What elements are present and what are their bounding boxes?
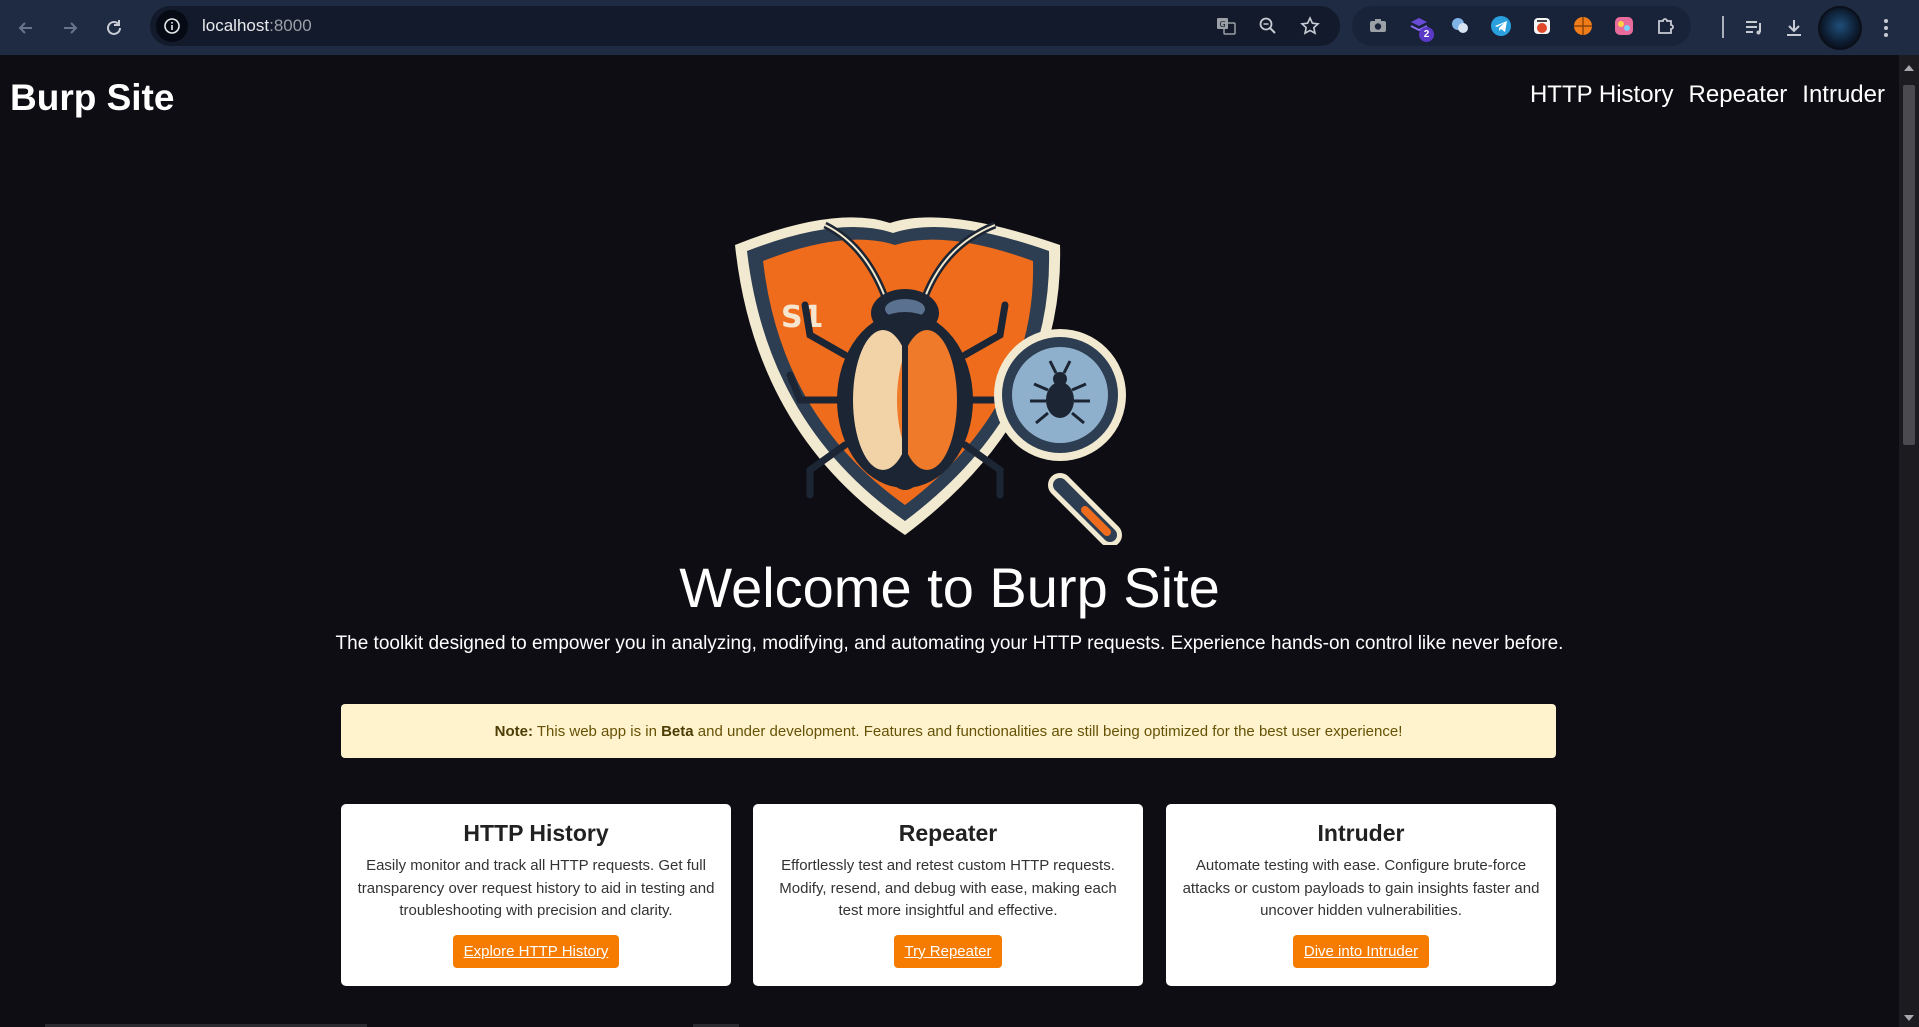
address-bar[interactable]: localhost:8000 G	[150, 6, 1340, 46]
svg-text:G: G	[1220, 20, 1226, 29]
kebab-menu-icon[interactable]	[1870, 12, 1902, 44]
nav-link-http-history[interactable]: HTTP History	[1530, 81, 1674, 109]
note-emphasis: Beta	[661, 722, 694, 740]
zoom-icon[interactable]	[1252, 10, 1284, 42]
scroll-down-arrow-icon[interactable]	[1904, 1015, 1914, 1021]
note-label: Note:	[494, 722, 533, 740]
card-intruder: Intruder Automate testing with ease. Con…	[1166, 804, 1556, 986]
card-title: Repeater	[898, 820, 998, 846]
hero-title: Welcome to Burp Site	[679, 556, 1220, 619]
card-http-history: HTTP History Easily monitor and track al…	[341, 804, 731, 986]
toolbar-divider	[1722, 16, 1724, 38]
site-header: Burp Site HTTP History Repeater Intruder	[0, 55, 1899, 135]
download-icon[interactable]	[1778, 12, 1810, 44]
colorful-ext-icon[interactable]	[1608, 10, 1640, 42]
try-repeater-button[interactable]: Try Repeater	[893, 934, 1003, 968]
extensions-tray: 2	[1352, 6, 1691, 46]
nav-link-intruder[interactable]: Intruder	[1802, 81, 1885, 109]
basketball-ext-icon[interactable]	[1567, 10, 1599, 42]
ext-badge: 2	[1419, 27, 1434, 42]
beta-notice: Note: This web app is in Beta and under …	[341, 704, 1556, 758]
top-nav: HTTP History Repeater Intruder	[1530, 81, 1885, 109]
puzzle-extensions-icon[interactable]	[1649, 10, 1681, 42]
note-text-after: and under development. Features and func…	[693, 722, 1403, 740]
card-body: Automate testing with ease. Configure br…	[1182, 857, 1540, 919]
chef-ext-icon[interactable]	[1526, 10, 1558, 42]
bug-shield-logo: S1	[735, 217, 1126, 545]
url-text[interactable]: localhost:8000	[202, 16, 312, 36]
bookmark-star-icon[interactable]	[1294, 10, 1326, 42]
translate-icon[interactable]: G	[1210, 10, 1242, 42]
dive-into-intruder-button[interactable]: Dive into Intruder	[1292, 934, 1430, 968]
site-info-icon[interactable]	[156, 10, 188, 42]
forward-arrow-icon	[64, 21, 78, 34]
url-port: :8000	[269, 16, 312, 35]
forward-button[interactable]	[52, 10, 88, 46]
card-title: HTTP History	[463, 820, 609, 846]
back-button[interactable]	[8, 10, 44, 46]
explore-http-history-button[interactable]: Explore HTTP History	[452, 934, 620, 968]
card-repeater: Repeater Effortlessly test and retest cu…	[753, 804, 1143, 986]
nav-link-repeater[interactable]: Repeater	[1689, 81, 1788, 109]
reload-icon	[107, 19, 121, 35]
url-host: localhost	[202, 16, 270, 35]
scrollbar-thumb[interactable]	[1903, 85, 1915, 445]
feature-cards: HTTP History Easily monitor and track al…	[341, 804, 1556, 986]
profile-avatar[interactable]	[1818, 6, 1862, 50]
reload-button[interactable]	[96, 10, 132, 46]
vertical-scrollbar[interactable]	[1899, 55, 1919, 1027]
site-brand[interactable]: Burp Site	[10, 77, 174, 119]
media-playlist-icon[interactable]	[1738, 12, 1770, 44]
translate-ext-icon[interactable]	[1444, 10, 1476, 42]
card-body: Easily monitor and track all HTTP reques…	[357, 857, 715, 919]
scroll-up-arrow-icon[interactable]	[1904, 65, 1914, 71]
telegram-ext-icon[interactable]	[1485, 10, 1517, 42]
layers-ext-icon[interactable]: 2	[1403, 10, 1435, 42]
card-title: Intruder	[1317, 820, 1405, 846]
back-arrow-icon	[18, 21, 32, 34]
note-text-before: This web app is in	[532, 722, 662, 740]
camera-ext-icon[interactable]	[1362, 10, 1394, 42]
browser-toolbar: localhost:8000 G 2	[0, 0, 1919, 55]
page-viewport: Burp Site HTTP History Repeater Intruder…	[0, 55, 1899, 1027]
card-body: Effortlessly test and retest custom HTTP…	[779, 857, 1117, 919]
hero-tagline: The toolkit designed to empower you in a…	[335, 633, 1564, 654]
